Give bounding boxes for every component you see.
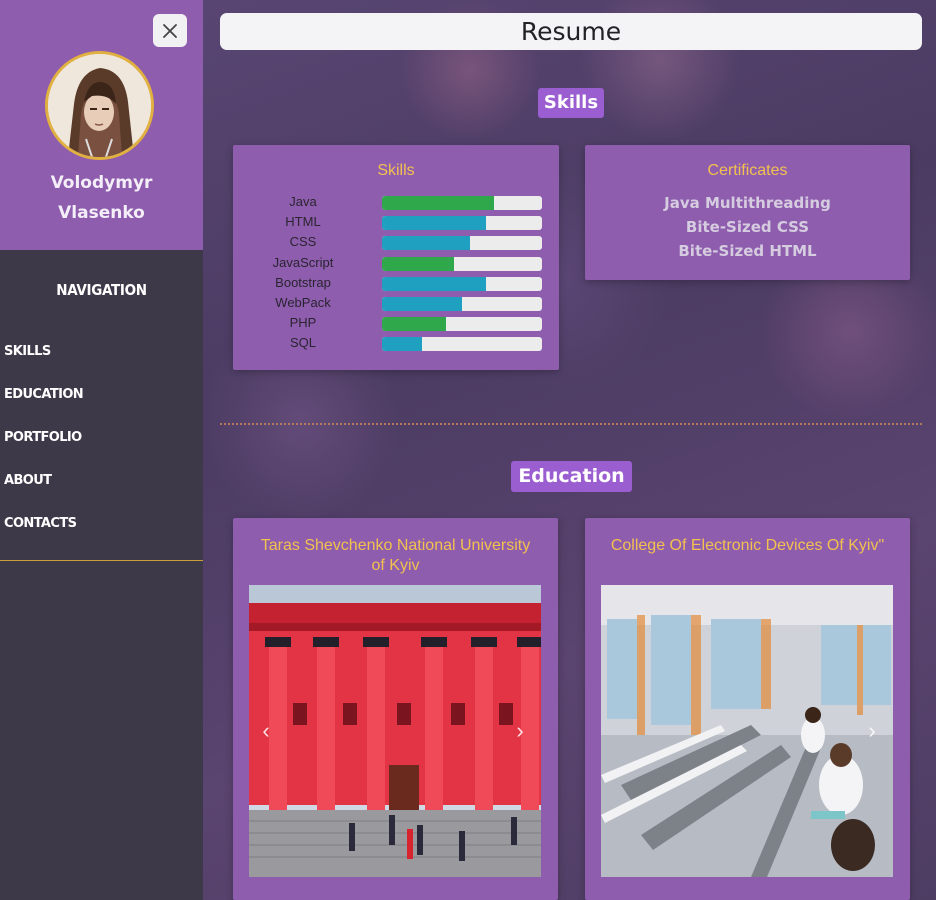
skill-row: HTML	[233, 213, 559, 233]
profile-panel: Volodymyr Vlasenko	[0, 0, 203, 250]
skill-progress-bar	[382, 236, 542, 251]
nav-item-education[interactable]: EDUCATION	[4, 384, 84, 427]
profile-first-name: Volodymyr	[50, 173, 153, 193]
skill-progress-fill	[382, 317, 446, 332]
skill-progress-bar	[382, 317, 542, 332]
university-photo: ‹ ›	[249, 585, 541, 877]
certificates-card-title: Certificates	[707, 162, 788, 179]
skills-card: Skills Java HTML CSS JavaScript Bootstrap Web…	[233, 145, 559, 370]
avatar-photo	[48, 54, 151, 157]
education-card-college: College Of Electronic Devices Of Kyiv" ›	[585, 518, 910, 900]
skill-row: Java	[233, 193, 559, 213]
page-title-bar: Resume	[220, 13, 922, 50]
skill-progress-bar	[382, 337, 542, 352]
navigation-menu: SKILLS EDUCATION PORTFOLIO ABOUT CONTACT…	[4, 341, 84, 556]
skill-name: WebPack	[275, 295, 331, 310]
carousel-prev-button[interactable]: ‹	[257, 718, 275, 744]
avatar	[45, 51, 154, 160]
skill-progress-bar	[382, 196, 542, 210]
certificate-item: Bite-Sized CSS	[685, 218, 810, 236]
close-sidebar-button[interactable]	[153, 14, 187, 47]
section-divider	[220, 423, 922, 425]
skills-card-title: Skills	[377, 162, 415, 179]
skill-progress-fill	[382, 196, 494, 210]
skill-row: WebPack	[233, 294, 559, 314]
nav-item-about[interactable]: ABOUT	[4, 470, 83, 513]
nav-item-contacts[interactable]: CONTACTS	[4, 513, 83, 556]
nav-item-portfolio[interactable]: PORTFOLIO	[4, 427, 83, 470]
skill-name: SQL	[289, 335, 316, 351]
skill-progress-fill	[382, 236, 470, 251]
skill-progress-fill	[382, 337, 422, 352]
skill-name: JavaScript	[272, 254, 334, 270]
navigation-title: NAVIGATION	[56, 281, 147, 299]
skill-name: CSS	[289, 234, 317, 250]
profile-name: Volodymyr Vlasenko	[0, 168, 203, 228]
nav-divider	[0, 560, 203, 561]
page-title: Resume	[520, 17, 622, 46]
education-title: Taras Shevchenko National University of …	[260, 537, 531, 574]
education-section-badge: Education	[511, 461, 632, 492]
skill-name: Bootstrap	[275, 274, 331, 290]
skill-name: HTML	[285, 214, 321, 230]
certificates-card: Certificates Java Multithreading Bite-Si…	[585, 145, 910, 280]
education-card-university: Taras Shevchenko National University of …	[233, 518, 558, 900]
carousel-next-button[interactable]: ›	[511, 718, 529, 744]
close-icon	[163, 23, 177, 38]
education-title: College Of Electronic Devices Of Kyiv"	[610, 537, 885, 554]
skill-progress-fill	[382, 297, 462, 311]
skill-row: CSS	[233, 233, 559, 253]
carousel-next-button[interactable]: ›	[863, 718, 881, 744]
skill-progress-fill	[382, 256, 454, 271]
skills-section-badge: Skills	[538, 88, 604, 118]
skill-row: PHP	[233, 314, 559, 334]
nav-item-skills[interactable]: SKILLS	[4, 341, 83, 384]
skill-row: SQL	[233, 334, 559, 354]
skill-progress-fill	[382, 216, 486, 231]
profile-last-name: Vlasenko	[58, 203, 145, 223]
certificate-item: Bite-Sized HTML	[678, 242, 817, 260]
skill-name: PHP	[289, 315, 317, 331]
certificate-item: Java Multithreading	[664, 194, 831, 212]
skill-row: Bootstrap	[233, 274, 559, 294]
skill-name: Java	[289, 194, 317, 209]
sidebar: Volodymyr Vlasenko NAVIGATION SKILLS EDU…	[0, 0, 203, 900]
skill-progress-bar	[382, 276, 542, 291]
skill-progress-fill	[382, 276, 486, 291]
skill-progress-bar	[382, 256, 542, 271]
college-photo: ›	[601, 585, 893, 877]
skill-row: JavaScript	[233, 254, 559, 274]
skill-progress-bar	[382, 297, 542, 311]
skill-progress-bar	[382, 216, 542, 231]
